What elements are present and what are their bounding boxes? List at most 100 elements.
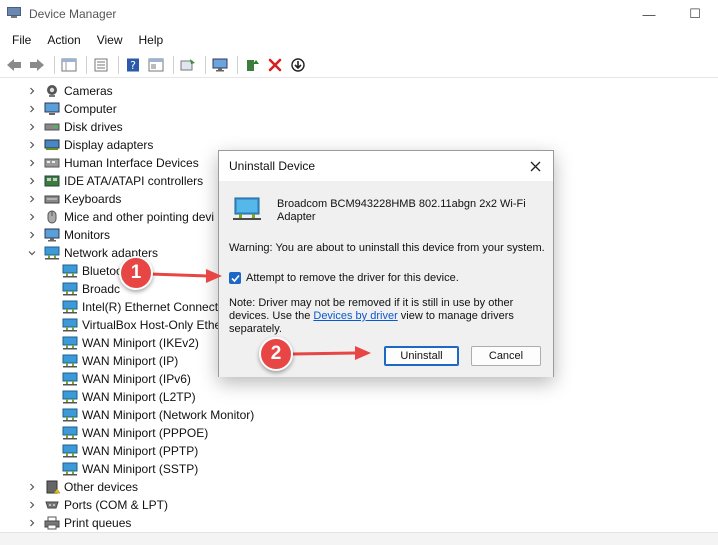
chevron-right-icon[interactable]	[26, 157, 38, 169]
network-adapter-item[interactable]: Bluetoo	[62, 262, 123, 280]
driver-note: Note: Driver may not be removed if it is…	[229, 297, 529, 336]
mouse-icon	[44, 210, 60, 224]
help-icon[interactable]: ?	[123, 55, 143, 75]
network-adapter-item[interactable]: VirtualBox Host-Only Ethe	[62, 316, 221, 334]
tree-item-label: WAN Miniport (Network Monitor)	[82, 408, 255, 422]
maximize-button[interactable]: ☐	[672, 0, 718, 28]
chevron-right-icon[interactable]	[26, 103, 38, 115]
download-driver-icon[interactable]	[288, 55, 308, 75]
tree-category-item[interactable]: Ports (COM & LPT)	[26, 496, 168, 514]
network-adapter-item[interactable]: WAN Miniport (PPPOE)	[62, 424, 208, 442]
menu-view[interactable]: View	[89, 33, 131, 47]
minimize-button[interactable]: —	[626, 0, 672, 28]
network-adapter-item[interactable]: Broadc	[62, 280, 120, 298]
menu-help[interactable]: Help	[131, 33, 172, 47]
chevron-right-icon[interactable]	[26, 211, 38, 223]
toolbar-separator	[237, 55, 238, 74]
tree-item-label: WAN Miniport (PPPOE)	[82, 426, 209, 440]
tree-category-item[interactable]: Computer	[26, 100, 117, 118]
cancel-button[interactable]: Cancel	[471, 346, 541, 366]
tree-category-item[interactable]: Cameras	[26, 82, 113, 100]
chevron-right-icon[interactable]	[26, 121, 38, 133]
network-adapter-item[interactable]: WAN Miniport (PPTP)	[62, 442, 198, 460]
tree-category-item[interactable]: Keyboards	[26, 190, 121, 208]
chevron-right-icon[interactable]	[26, 517, 38, 529]
chevron-right-icon[interactable]	[26, 229, 38, 241]
tree-item-label: Broadc	[82, 282, 121, 296]
tree-item-label: Human Interface Devices	[64, 156, 199, 170]
tree-category-item[interactable]: Display adapters	[26, 136, 153, 154]
camera-icon	[44, 84, 60, 98]
remove-driver-checkbox[interactable]	[229, 272, 241, 284]
network-adapter-item[interactable]: WAN Miniport (IP)	[62, 352, 178, 370]
network-adapter-icon	[62, 444, 78, 458]
chevron-right-icon[interactable]	[26, 85, 38, 97]
chevron-right-icon[interactable]	[26, 139, 38, 151]
menu-action[interactable]: Action	[39, 33, 88, 47]
tree-item-label: Computer	[64, 102, 117, 116]
tree-category-item[interactable]: Other devices	[26, 478, 138, 496]
close-icon	[530, 161, 540, 171]
network-adapter-item[interactable]: WAN Miniport (Network Monitor)	[62, 406, 254, 424]
tree-category-item[interactable]: IDE ATA/ATAPI controllers	[26, 172, 203, 190]
devices-by-driver-link[interactable]: Devices by driver	[313, 310, 397, 322]
remove-driver-checkbox-row[interactable]: Attempt to remove the driver for this de…	[229, 272, 459, 284]
monitor-scan-icon[interactable]	[210, 55, 230, 75]
dialog-close-button[interactable]	[523, 155, 547, 177]
network-adapter-item[interactable]: Intel(R) Ethernet Connecti	[62, 298, 221, 316]
disk-drive-icon	[44, 120, 60, 134]
network-adapter-item[interactable]: WAN Miniport (IPv6)	[62, 370, 191, 388]
uninstall-button[interactable]: Uninstall	[384, 346, 459, 366]
warning-text: Warning: You are about to uninstall this…	[229, 242, 545, 254]
toolbar-separator	[173, 55, 174, 74]
tree-category-item[interactable]: Human Interface Devices	[26, 154, 199, 172]
tree-item-label: Mice and other pointing devi	[64, 210, 215, 224]
computer-icon	[44, 102, 60, 116]
network-adapter-item[interactable]: WAN Miniport (SSTP)	[62, 460, 198, 478]
tree-item-label: Other devices	[64, 480, 139, 494]
tree-item-label: Disk drives	[64, 120, 123, 134]
tree-category-item[interactable]: Print queues	[26, 514, 131, 532]
network-adapter-icon	[62, 318, 78, 332]
device-name: Broadcom BCM943228HMB 802.11abgn 2x2 Wi-…	[277, 198, 526, 223]
network-adapter-item[interactable]: WAN Miniport (IKEv2)	[62, 334, 199, 352]
network-adapter-icon	[62, 282, 78, 296]
properties-grid-icon[interactable]	[59, 55, 79, 75]
network-adapter-icon	[62, 408, 78, 422]
update-driver-icon[interactable]	[242, 55, 262, 75]
network-adapter-icon	[62, 426, 78, 440]
checkmark-icon	[230, 274, 240, 282]
chevron-right-icon[interactable]	[26, 193, 38, 205]
title-bar: Device Manager — ☐	[0, 0, 718, 28]
device-manager-icon	[7, 7, 21, 18]
display-adapter-icon	[44, 138, 60, 152]
network-adapter-icon	[62, 300, 78, 314]
chevron-right-icon[interactable]	[26, 175, 38, 187]
tree-category-item[interactable]: Disk drives	[26, 118, 123, 136]
forward-icon[interactable]	[27, 55, 47, 75]
chevron-down-icon[interactable]	[26, 247, 38, 259]
tree-category-item[interactable]: Mice and other pointing devi	[26, 208, 214, 226]
toolbar-separator	[54, 55, 55, 74]
network-adapter-icon	[62, 390, 78, 404]
network-adapter-item[interactable]: WAN Miniport (L2TP)	[62, 388, 196, 406]
tree-category-item[interactable]: Monitors	[26, 226, 110, 244]
scan-hardware-icon[interactable]	[178, 55, 198, 75]
hid-icon	[44, 156, 60, 170]
menu-file[interactable]: File	[4, 33, 39, 47]
chevron-right-icon[interactable]	[26, 499, 38, 511]
tree-item-label: Monitors	[64, 228, 111, 242]
horizontal-scrollbar[interactable]	[0, 532, 718, 545]
list-view-icon[interactable]	[91, 55, 111, 75]
chevron-right-icon[interactable]	[26, 481, 38, 493]
printer-icon	[44, 516, 60, 530]
menu-bar: File Action View Help	[0, 29, 718, 51]
network-adapter-icon	[44, 246, 60, 260]
back-icon[interactable]	[4, 55, 24, 75]
uninstall-device-icon[interactable]	[265, 55, 285, 75]
tree-item-label: Print queues	[64, 516, 132, 530]
ide-controller-icon	[44, 174, 60, 188]
network-adapter-icon	[62, 354, 78, 368]
details-pane-icon[interactable]	[146, 55, 166, 75]
remove-driver-label: Attempt to remove the driver for this de…	[246, 272, 459, 284]
